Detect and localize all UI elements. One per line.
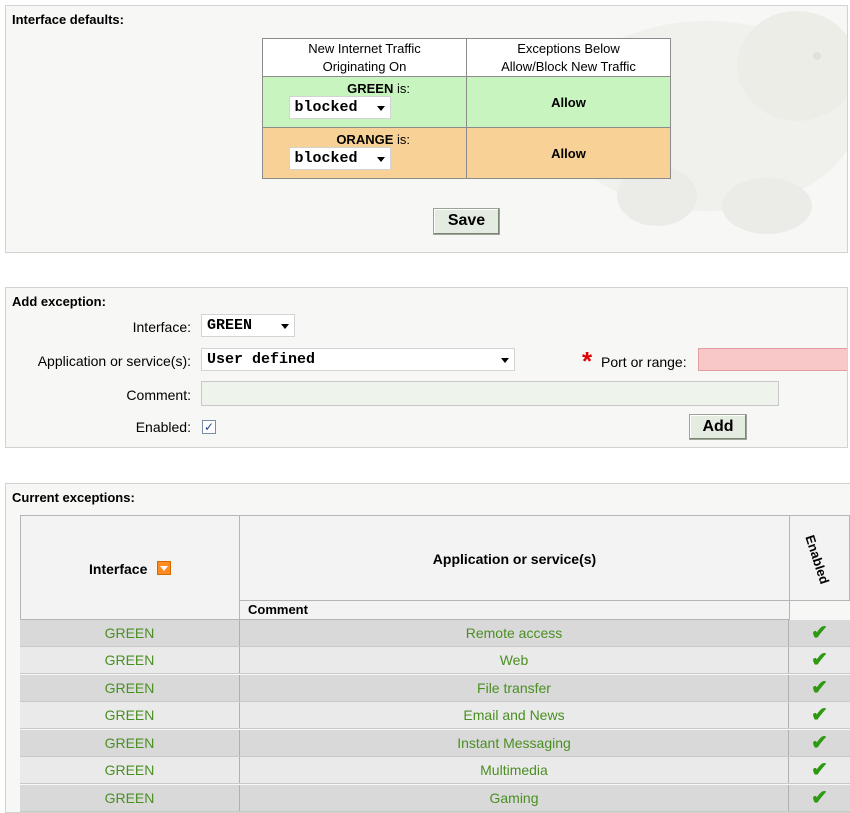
checkmark-icon: ✔ bbox=[811, 787, 828, 809]
row-enabled[interactable]: ✔ bbox=[789, 730, 850, 756]
add-exception-panel: Add exception: Interface: GREEN Applicat… bbox=[5, 287, 848, 448]
checkmark-icon: ✔ bbox=[811, 649, 828, 671]
row-application: Web bbox=[240, 647, 789, 673]
row-interface: GREEN bbox=[20, 675, 240, 701]
row-interface: GREEN bbox=[20, 647, 240, 673]
orange-is-label: ORANGE is: bbox=[263, 132, 466, 147]
required-asterisk-icon: * bbox=[582, 346, 593, 376]
interface-select-value: GREEN bbox=[207, 317, 253, 334]
defaults-green-cell: GREEN is: blocked bbox=[262, 76, 467, 128]
green-policy-value: blocked bbox=[294, 99, 358, 116]
column-interface-label: Interface bbox=[89, 561, 148, 577]
column-enabled-header: Enabled bbox=[789, 515, 850, 601]
header-originating-line1: New Internet Traffic bbox=[308, 40, 421, 56]
table-row[interactable]: GREEN Email and News ✔ bbox=[20, 702, 850, 729]
checkmark-icon: ✔ bbox=[811, 732, 828, 754]
column-application-label: Application or service(s) bbox=[432, 551, 597, 567]
header-exceptions-line2: Allow/Block New Traffic bbox=[501, 58, 636, 74]
row-application: Remote access bbox=[240, 620, 789, 646]
column-enabled-label: Enabled bbox=[802, 533, 833, 586]
application-label: Application or service(s): bbox=[37, 353, 191, 369]
defaults-row-orange: ORANGE is: blocked Allow bbox=[262, 127, 671, 179]
orange-is-text: is: bbox=[393, 132, 410, 147]
header-exceptions-line1: Exceptions Below bbox=[517, 40, 620, 56]
green-policy-select[interactable]: blocked bbox=[288, 96, 391, 119]
enabled-label: Enabled: bbox=[135, 419, 191, 435]
row-interface: GREEN bbox=[20, 702, 240, 728]
add-button[interactable]: Add bbox=[689, 414, 747, 440]
comment-input[interactable] bbox=[201, 381, 779, 406]
table-row[interactable]: GREEN Gaming ✔ bbox=[20, 785, 850, 812]
table-row[interactable]: GREEN File transfer ✔ bbox=[20, 675, 850, 702]
orange-exceptions-value: Allow bbox=[466, 127, 671, 179]
orange-policy-value: blocked bbox=[294, 150, 358, 167]
column-application-header[interactable]: Application or service(s) bbox=[239, 515, 790, 601]
interface-defaults-title: Interface defaults: bbox=[12, 12, 124, 27]
application-select-value: User defined bbox=[207, 351, 316, 368]
defaults-row-green: GREEN is: blocked Allow bbox=[262, 76, 671, 128]
checkmark-icon: ✔ bbox=[811, 622, 828, 644]
green-interface-name: GREEN bbox=[347, 81, 394, 96]
header-originating-line2: Originating On bbox=[322, 58, 407, 74]
checkmark-icon: ✔ bbox=[811, 677, 828, 699]
interface-select[interactable]: GREEN bbox=[201, 314, 295, 337]
row-application: Gaming bbox=[240, 785, 789, 811]
header-exceptions-below: Exceptions Below Allow/Block New Traffic bbox=[466, 38, 671, 77]
orange-interface-name: ORANGE bbox=[336, 132, 394, 147]
green-is-text: is: bbox=[393, 81, 410, 96]
add-exception-title: Add exception: bbox=[12, 294, 106, 309]
checkmark-icon: ✔ bbox=[811, 759, 828, 781]
header-originating-on: New Internet Traffic Originating On bbox=[262, 38, 467, 77]
comment-label: Comment: bbox=[126, 387, 191, 403]
chevron-down-icon bbox=[376, 106, 385, 111]
port-label: Port or range: bbox=[601, 354, 687, 370]
save-button[interactable]: Save bbox=[433, 208, 500, 235]
row-application: File transfer bbox=[240, 675, 789, 701]
row-enabled[interactable]: ✔ bbox=[789, 620, 850, 646]
application-select[interactable]: User defined bbox=[201, 348, 515, 371]
row-interface: GREEN bbox=[20, 757, 240, 783]
table-row[interactable]: GREEN Remote access ✔ bbox=[20, 620, 850, 647]
green-exceptions-value: Allow bbox=[466, 76, 671, 128]
row-enabled[interactable]: ✔ bbox=[789, 702, 850, 728]
table-row[interactable]: GREEN Instant Messaging ✔ bbox=[20, 730, 850, 757]
green-is-label: GREEN is: bbox=[263, 81, 466, 96]
orange-policy-select[interactable]: blocked bbox=[288, 147, 391, 170]
row-application: Multimedia bbox=[240, 757, 789, 783]
enabled-checkbox[interactable]: ✓ bbox=[202, 420, 216, 434]
current-exceptions-title: Current exceptions: bbox=[12, 490, 135, 505]
table-row[interactable]: GREEN Multimedia ✔ bbox=[20, 757, 850, 784]
row-interface: GREEN bbox=[20, 730, 240, 756]
exceptions-table-header: Interface Application or service(s) Comm… bbox=[20, 515, 850, 620]
row-application: Email and News bbox=[240, 702, 789, 728]
chevron-down-icon bbox=[281, 324, 289, 329]
row-enabled[interactable]: ✔ bbox=[789, 785, 850, 811]
defaults-orange-cell: ORANGE is: blocked bbox=[262, 127, 467, 179]
chevron-down-icon bbox=[501, 358, 509, 363]
chevron-down-icon bbox=[376, 157, 385, 162]
row-interface: GREEN bbox=[20, 785, 240, 811]
checkmark-icon: ✔ bbox=[811, 704, 828, 726]
row-application: Instant Messaging bbox=[240, 730, 789, 756]
row-enabled[interactable]: ✔ bbox=[789, 647, 850, 673]
column-comment-header: Comment bbox=[239, 600, 790, 620]
interface-label: Interface: bbox=[132, 319, 191, 335]
row-enabled[interactable]: ✔ bbox=[789, 675, 850, 701]
row-enabled[interactable]: ✔ bbox=[789, 757, 850, 783]
column-interface-header[interactable]: Interface bbox=[20, 515, 240, 620]
column-comment-label: Comment bbox=[248, 602, 308, 617]
port-range-input[interactable] bbox=[698, 348, 847, 371]
interface-defaults-table: New Internet Traffic Originating On Exce… bbox=[262, 38, 671, 179]
row-interface: GREEN bbox=[20, 620, 240, 646]
sort-descending-icon[interactable] bbox=[157, 561, 171, 575]
interface-defaults-panel: Interface defaults: New Internet Traffic… bbox=[5, 5, 848, 253]
table-row[interactable]: GREEN Web ✔ bbox=[20, 647, 850, 674]
